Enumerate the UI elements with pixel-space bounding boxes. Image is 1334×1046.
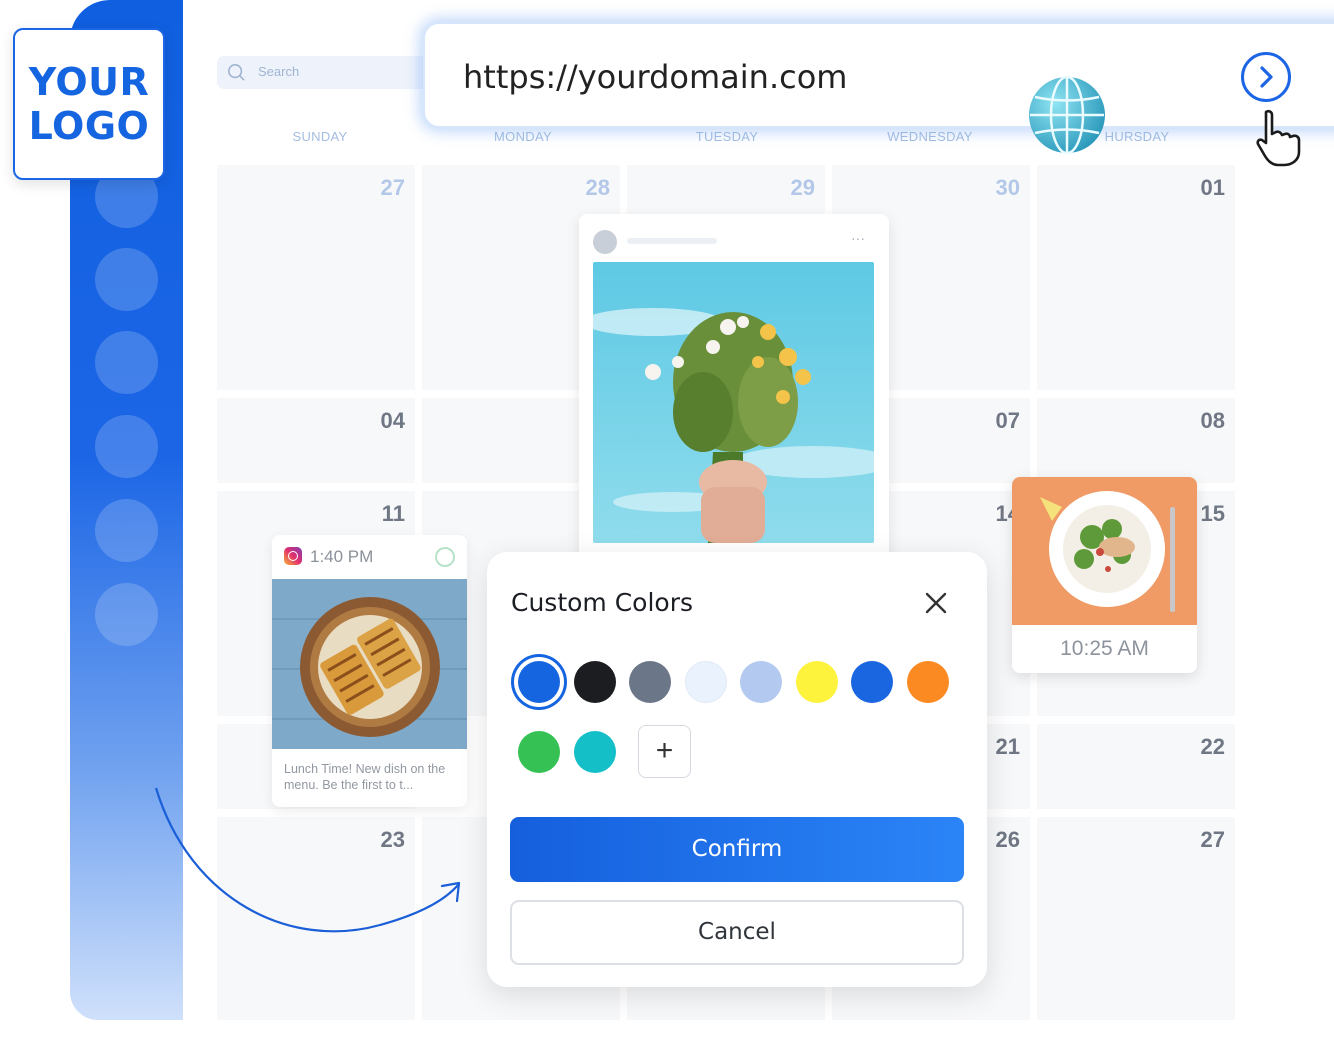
logo-line-2: LOGO: [28, 104, 150, 148]
search-placeholder: Search: [258, 64, 300, 79]
color-swatch[interactable]: [573, 661, 616, 703]
post-time: 1:40 PM: [310, 547, 374, 566]
date-number: 27: [380, 175, 405, 200]
date-number: 27: [1200, 827, 1225, 852]
calendar-cell[interactable]: 01: [1037, 165, 1235, 390]
color-swatch[interactable]: [851, 661, 893, 703]
scheduled-post-card[interactable]: ···: [579, 214, 889, 584]
chevron-right-icon: [1260, 66, 1273, 88]
app-canvas: YOUR LOGO Search SUNDAY MONDAY TUESDAY W…: [0, 0, 1334, 1046]
food-post-card[interactable]: 10:25 AM: [1012, 477, 1197, 673]
date-number: 11: [381, 501, 405, 526]
brand-logo: YOUR LOGO: [13, 28, 165, 180]
pointer-hand-icon: [1256, 109, 1301, 167]
logo-line-1: YOUR: [28, 60, 150, 104]
avatar: [593, 230, 617, 254]
instagram-post-card[interactable]: 1:40 PM Lunch Time! New dish on the menu…: [272, 535, 467, 807]
more-options-icon[interactable]: ···: [851, 230, 865, 246]
color-swatch[interactable]: [684, 661, 727, 703]
day-name-sunday: SUNDAY: [292, 129, 348, 144]
date-number: 21: [995, 734, 1020, 759]
custom-colors-dialog: Custom Colors + Confirm Cancel: [487, 552, 987, 987]
date-number: 28: [585, 175, 610, 200]
calendar-cell[interactable]: 08: [1037, 398, 1235, 483]
date-number: 29: [790, 175, 815, 200]
color-swatch[interactable]: [629, 661, 671, 703]
url-text[interactable]: https://yourdomain.com: [463, 58, 847, 96]
url-bar[interactable]: https://yourdomain.com: [423, 22, 1334, 128]
globe-icon: [1029, 75, 1105, 155]
date-number: 08: [1200, 408, 1225, 433]
sidebar-item[interactable]: [95, 499, 158, 562]
search-icon: [227, 63, 245, 81]
username-placeholder: [627, 238, 717, 244]
calendar-cell[interactable]: 27: [1037, 817, 1235, 1020]
color-swatch[interactable]: [795, 661, 838, 703]
sidebar-item[interactable]: [95, 248, 158, 311]
date-number: 01: [1200, 175, 1225, 200]
sidebar-item[interactable]: [95, 331, 158, 394]
day-name-tuesday: TUESDAY: [695, 129, 759, 144]
color-swatch[interactable]: [740, 661, 782, 703]
go-button[interactable]: [1241, 52, 1291, 102]
date-number: 26: [995, 827, 1020, 852]
calendar-cell[interactable]: 27: [217, 165, 415, 390]
day-name-monday: MONDAY: [494, 129, 552, 144]
date-number: 22: [1200, 734, 1225, 759]
salad-image: [1012, 477, 1197, 625]
add-color-button[interactable]: +: [638, 725, 691, 778]
post-time: 10:25 AM: [1060, 637, 1149, 660]
calendar-cell[interactable]: 04: [217, 398, 415, 483]
flower-bouquet-image: [593, 262, 874, 543]
dialog-title: Custom Colors: [511, 588, 694, 617]
color-swatch[interactable]: [906, 661, 949, 703]
sandwich-image: [272, 579, 467, 749]
sidebar-item[interactable]: [95, 583, 158, 646]
color-swatch[interactable]: [518, 731, 560, 773]
status-circle-icon[interactable]: [435, 547, 455, 567]
calendar-cell[interactable]: 22: [1037, 724, 1235, 809]
sidebar-item[interactable]: [95, 415, 158, 478]
date-number: 30: [995, 175, 1020, 200]
curved-arrow-icon: [154, 787, 461, 933]
date-number: 04: [380, 408, 405, 433]
date-number: 15: [1200, 501, 1225, 526]
color-swatch[interactable]: [518, 661, 560, 703]
close-icon[interactable]: [921, 588, 951, 618]
day-name-wednesday: WEDNESDAY: [887, 129, 973, 144]
plus-icon: +: [655, 734, 674, 767]
color-swatch[interactable]: [573, 731, 616, 773]
confirm-button[interactable]: Confirm: [510, 817, 964, 882]
instagram-icon: [284, 547, 302, 565]
cancel-button[interactable]: Cancel: [510, 900, 964, 965]
search-input[interactable]: Search: [217, 56, 437, 89]
date-number: 07: [995, 408, 1020, 433]
